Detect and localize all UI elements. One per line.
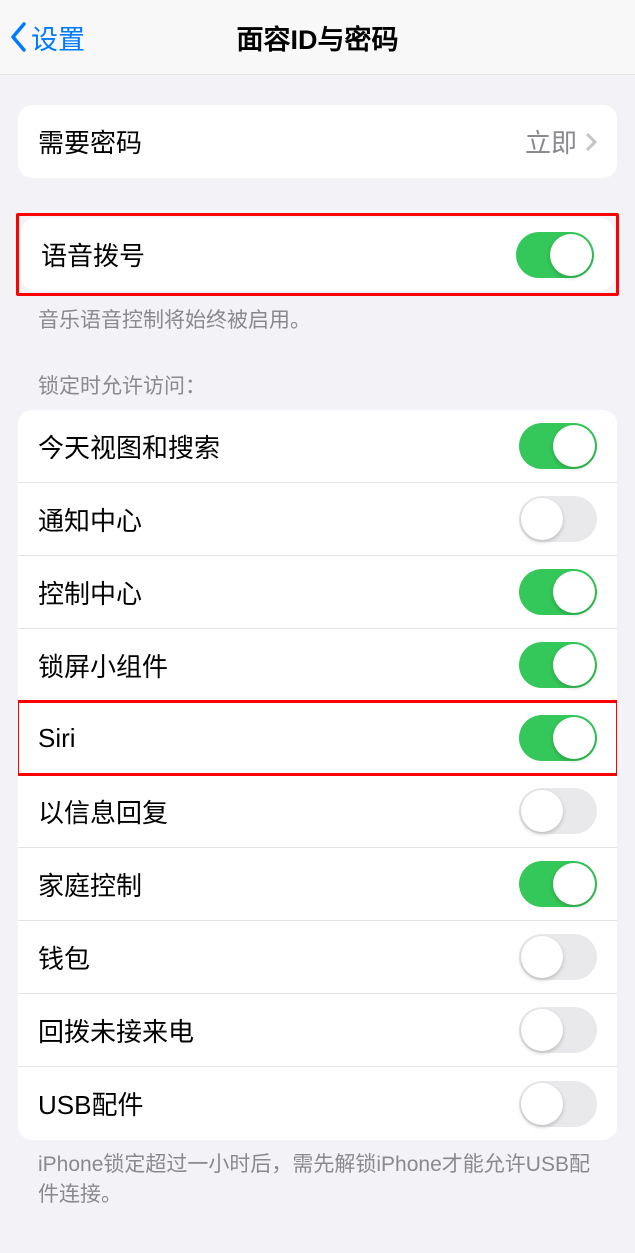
chevron-left-icon: [10, 22, 27, 52]
lock-access-cell: 今天视图和搜索: [18, 410, 617, 483]
lock-access-cell: USB配件: [18, 1067, 617, 1140]
lock-access-cell: Siri: [18, 702, 617, 775]
back-label: 设置: [31, 18, 85, 57]
toggle-knob: [521, 1083, 563, 1125]
voice-dial-cell: 语音拨号: [21, 218, 614, 291]
lock-access-cell: 回拨未接来电: [18, 994, 617, 1067]
lock-access-toggle[interactable]: [519, 1007, 597, 1053]
toggle-knob: [553, 571, 595, 613]
lock-access-cell: 以信息回复: [18, 775, 617, 848]
chevron-right-icon: [585, 132, 597, 152]
lock-access-label: 今天视图和搜索: [38, 428, 519, 465]
lock-access-cell: 钱包: [18, 921, 617, 994]
require-passcode-group: 需要密码 立即: [18, 105, 617, 178]
toggle-knob: [521, 498, 563, 540]
lock-access-toggle[interactable]: [519, 1081, 597, 1127]
page-title: 面容ID与密码: [237, 18, 399, 57]
lock-access-label: 家庭控制: [38, 866, 519, 903]
voice-dial-group: 语音拨号: [21, 218, 614, 291]
lock-access-cell: 锁屏小组件: [18, 629, 617, 702]
require-passcode-cell[interactable]: 需要密码 立即: [18, 105, 617, 178]
require-passcode-value: 立即: [525, 123, 577, 160]
lock-access-group: 今天视图和搜索通知中心控制中心锁屏小组件 Siri 以信息回复家庭控制钱包回拨未接来…: [18, 410, 617, 1140]
lock-access-label: 控制中心: [38, 574, 519, 611]
header-bar: 设置 面容ID与密码: [0, 0, 635, 75]
voice-dial-footer: 音乐语音控制将始终被启用。: [18, 296, 617, 335]
toggle-knob: [521, 936, 563, 978]
toggle-knob: [553, 644, 595, 686]
lock-access-label: 钱包: [38, 939, 519, 976]
require-passcode-label: 需要密码: [38, 123, 525, 160]
voice-dial-label: 语音拨号: [41, 236, 516, 273]
lock-access-footer: iPhone锁定超过一小时后，需先解锁iPhone才能允许USB配件连接。: [18, 1140, 617, 1209]
toggle-knob: [521, 1009, 563, 1051]
lock-access-header: 锁定时允许访问：: [18, 370, 617, 410]
lock-access-cell: 控制中心: [18, 556, 617, 629]
lock-access-toggle[interactable]: [519, 715, 597, 761]
lock-access-toggle[interactable]: [519, 788, 597, 834]
lock-access-toggle[interactable]: [519, 496, 597, 542]
lock-access-label: 通知中心: [38, 501, 519, 538]
voice-dial-toggle[interactable]: [516, 232, 594, 278]
toggle-knob: [553, 717, 595, 759]
toggle-knob: [553, 863, 595, 905]
highlight-voice-dial: 语音拨号: [16, 213, 619, 296]
lock-access-label: 以信息回复: [38, 793, 519, 830]
lock-access-label: 回拨未接来电: [38, 1012, 519, 1049]
back-button[interactable]: 设置: [10, 18, 85, 57]
lock-access-toggle[interactable]: [519, 861, 597, 907]
lock-access-cell: 通知中心: [18, 483, 617, 556]
lock-access-toggle[interactable]: [519, 569, 597, 615]
lock-access-cell: 家庭控制: [18, 848, 617, 921]
lock-access-toggle[interactable]: [519, 423, 597, 469]
toggle-knob: [553, 425, 595, 467]
toggle-knob: [521, 790, 563, 832]
lock-access-label: 锁屏小组件: [38, 647, 519, 684]
toggle-knob: [550, 234, 592, 276]
lock-access-label: USB配件: [38, 1085, 519, 1122]
lock-access-toggle[interactable]: [519, 642, 597, 688]
lock-access-label: Siri: [38, 723, 519, 754]
lock-access-toggle[interactable]: [519, 934, 597, 980]
